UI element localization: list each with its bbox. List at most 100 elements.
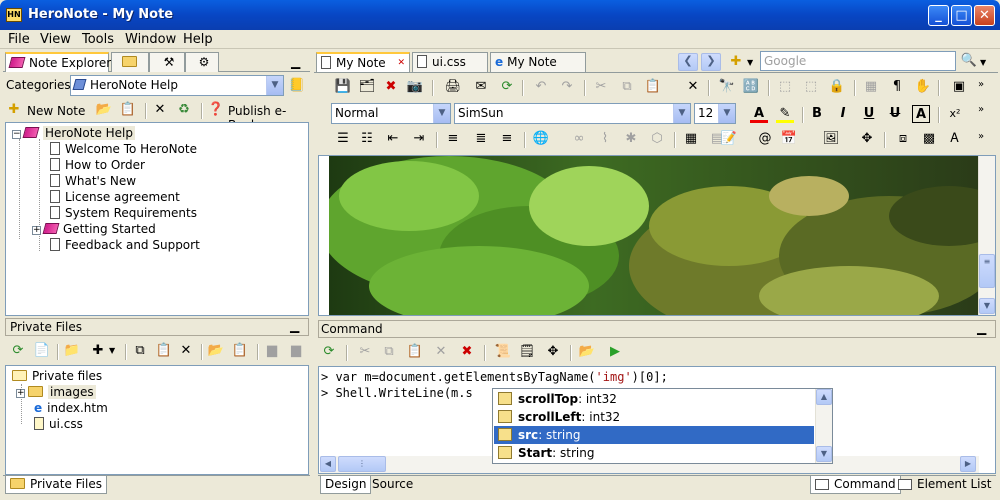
scroll-down-button[interactable]: ▼	[816, 446, 832, 462]
save-icon[interactable]: 💾	[334, 78, 352, 96]
toolbar-overflow-icon[interactable]: »	[978, 131, 984, 142]
menu-window[interactable]: Window	[125, 32, 176, 47]
tab-tools[interactable]: ⚒	[149, 52, 185, 72]
align-center-icon[interactable]: ≣	[472, 130, 490, 148]
move-icon[interactable]: ✥	[544, 343, 562, 361]
paste-icon[interactable]: 📋	[155, 342, 173, 360]
tree-item[interactable]: What's New	[50, 174, 136, 189]
add-icon[interactable]: ✚	[727, 53, 745, 71]
numbered-list-icon[interactable]: ☰	[334, 130, 352, 148]
bullet-list-icon[interactable]: ☷	[358, 130, 376, 148]
search-icon[interactable]: 🔍	[960, 52, 978, 70]
recycle-icon[interactable]: ♻	[175, 101, 193, 119]
tree-item[interactable]: Feedback and Support	[50, 238, 200, 253]
tab-note-explorer[interactable]: Note Explorer	[5, 52, 111, 72]
open-folder-icon[interactable]: 📂	[578, 343, 596, 361]
refresh-icon[interactable]: ⟳	[320, 343, 338, 361]
tab-design[interactable]: Design	[320, 476, 372, 494]
tab-folders[interactable]	[111, 52, 149, 72]
font-select[interactable]: SimSun ▼	[454, 103, 691, 124]
categories-select[interactable]: HeroNote Help ▼	[70, 75, 284, 96]
new-folder-icon[interactable]: 📁	[63, 342, 81, 360]
tab-element-list[interactable]: Element List	[894, 476, 995, 492]
autocomplete-item[interactable]: scrollTop: int32	[494, 390, 814, 408]
menu-view[interactable]: View	[40, 32, 71, 47]
file-item[interactable]: ui.css	[34, 417, 83, 432]
table-icon[interactable]: ▦	[682, 130, 700, 148]
font-size-select[interactable]: 12 ▼	[694, 103, 736, 124]
chevron-down-icon[interactable]: ▼	[980, 58, 986, 67]
menu-help[interactable]: Help	[183, 32, 213, 47]
copy-icon[interactable]: ⧉	[131, 342, 149, 360]
maximize-button[interactable]: □	[951, 5, 972, 26]
run-icon[interactable]: ▶	[606, 343, 624, 361]
autocomplete-item[interactable]: scrollLeft: int32	[494, 408, 814, 426]
italic-icon[interactable]: I	[834, 105, 852, 123]
window-icon[interactable]: ▣	[950, 78, 968, 96]
files-root[interactable]: Private files	[12, 369, 102, 384]
tab-command[interactable]: Command	[810, 476, 901, 494]
minimize-button[interactable]: _	[928, 5, 949, 26]
panel-minimize-icon[interactable]: ▁	[977, 321, 986, 335]
tree-item[interactable]: System Requirements	[50, 206, 197, 221]
toolbar-overflow-icon[interactable]: »	[978, 79, 984, 90]
editor-scrollbar[interactable]: ≡ ▼	[978, 156, 995, 315]
open-folder-icon[interactable]: 📂	[95, 101, 113, 119]
font-color-icon[interactable]: A	[750, 105, 768, 123]
spell-check-icon[interactable]: Ꭺ	[946, 130, 964, 148]
autocomplete-scrollbar[interactable]: ▲ ▼	[815, 389, 832, 463]
copy-path-icon[interactable]: 📄	[33, 342, 51, 360]
tab-my-note[interactable]: My Note ✕	[316, 52, 410, 72]
print-icon[interactable]: 🖨	[444, 78, 462, 96]
replace-icon[interactable]: 🔠	[742, 78, 760, 96]
toolbar-overflow-icon[interactable]: »	[978, 104, 984, 115]
chevron-down-icon[interactable]: ▼	[747, 58, 753, 67]
tree-item[interactable]: How to Order	[50, 158, 145, 173]
title-bar[interactable]: HN HeroNote - My Note _ □ ✕	[0, 0, 1000, 30]
highlight-icon[interactable]: ✎	[776, 105, 794, 123]
delete-icon[interactable]: ✕	[684, 78, 702, 96]
refresh-icon[interactable]: ⟳	[9, 342, 27, 360]
delete-icon[interactable]: ✕	[151, 101, 169, 119]
tree-item[interactable]: Welcome To HeroNote	[50, 142, 197, 157]
next-tab-button[interactable]: ❯	[701, 53, 721, 71]
underline-icon[interactable]: U	[860, 105, 878, 123]
close-doc-icon[interactable]: ✖	[382, 78, 400, 96]
menu-file[interactable]: File	[8, 32, 30, 47]
tab-private-files[interactable]: Private Files	[5, 476, 107, 494]
editor-area[interactable]: ≡ ▼	[318, 155, 996, 316]
align-left-icon[interactable]: ≡	[444, 130, 462, 148]
edit-icon[interactable]: 📝	[720, 130, 738, 148]
file-item[interactable]: e index.htm	[34, 401, 108, 416]
scroll-down-button[interactable]: ▼	[979, 298, 995, 314]
panel-minimize-icon[interactable]: ▁	[290, 319, 299, 333]
tree-item-folder[interactable]: + Getting Started	[32, 222, 156, 237]
move-icon[interactable]: ✥	[858, 130, 876, 148]
camera-icon[interactable]: 📷	[406, 78, 424, 96]
flash-icon[interactable]: ▩	[920, 130, 938, 148]
properties-icon[interactable]: 📋	[231, 342, 249, 360]
script-run-icon[interactable]: 🗒	[518, 343, 536, 361]
properties-icon[interactable]: 📋	[119, 101, 137, 119]
strikethrough-icon[interactable]: U	[886, 105, 904, 123]
object-icon[interactable]: ⧈	[894, 130, 912, 148]
scroll-up-button[interactable]: ▲	[816, 389, 832, 405]
email-icon[interactable]: ✉	[472, 78, 490, 96]
file-item-folder[interactable]: + images	[16, 385, 96, 400]
close-button[interactable]: ✕	[974, 5, 995, 26]
style-select[interactable]: Normal ▼	[331, 103, 451, 124]
tab-my-note-2[interactable]: e My Note	[490, 52, 586, 72]
tree-root[interactable]: − HeroNote Help	[12, 126, 135, 141]
date-icon[interactable]: 📅	[780, 130, 798, 148]
clear-icon[interactable]: ✖	[458, 343, 476, 361]
tree-item[interactable]: License agreement	[50, 190, 180, 205]
outdent-icon[interactable]: ⇤	[384, 130, 402, 148]
panel-minimize-icon[interactable]: ▁	[291, 55, 300, 69]
scroll-left-button[interactable]: ◀	[320, 456, 336, 472]
add-category-icon[interactable]: 📒	[288, 77, 306, 95]
scroll-right-button[interactable]: ▶	[960, 456, 976, 472]
search-input[interactable]: Google	[760, 51, 956, 71]
superscript-icon[interactable]: x²	[946, 105, 964, 123]
menu-tools[interactable]: Tools	[82, 32, 114, 47]
delete-icon[interactable]: ✕	[177, 342, 195, 360]
